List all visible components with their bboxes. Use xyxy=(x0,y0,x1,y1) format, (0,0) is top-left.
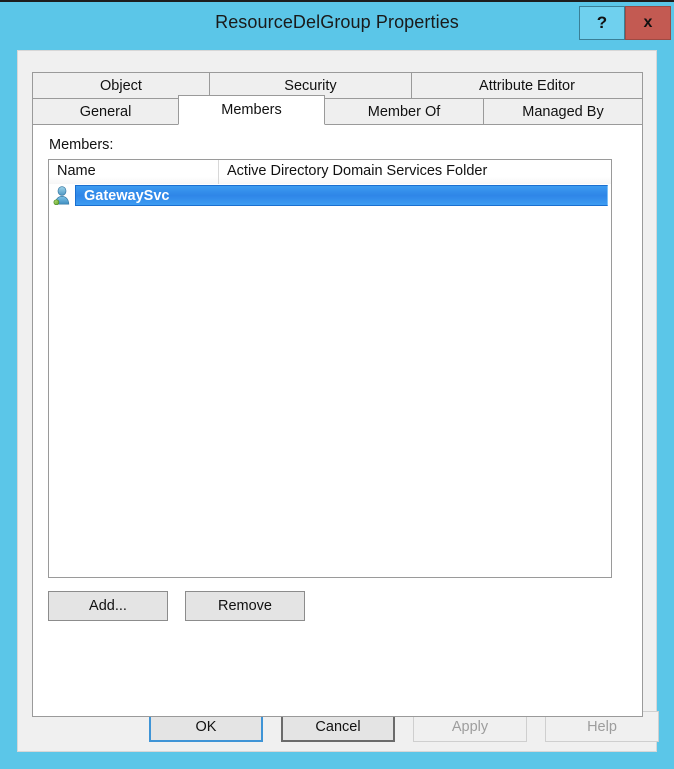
member-name-cell[interactable]: GatewaySvc xyxy=(75,185,608,206)
tab-member-of[interactable]: Member Of xyxy=(324,98,484,125)
tab-general[interactable]: General xyxy=(32,98,179,125)
close-icon-button[interactable]: x xyxy=(625,6,671,40)
dialog-client-area: Object Security Attribute Editor General… xyxy=(17,50,659,753)
tab-managed-by[interactable]: Managed By xyxy=(483,98,643,125)
tab-row-bottom: General Members Member Of Managed By xyxy=(32,95,643,125)
tab-control: Object Security Attribute Editor General… xyxy=(32,72,643,717)
members-label: Members: xyxy=(49,137,114,153)
user-icon xyxy=(49,184,75,207)
tab-attribute-editor[interactable]: Attribute Editor xyxy=(411,72,643,99)
caption-button-group: ? x xyxy=(579,6,671,40)
add-button[interactable]: Add... xyxy=(48,591,168,621)
listview-header: Name Active Directory Domain Services Fo… xyxy=(49,160,611,184)
dialog-button-bar: OK Cancel Apply Help xyxy=(18,711,659,753)
table-row[interactable]: GatewaySvc xyxy=(49,184,611,207)
members-listview[interactable]: Name Active Directory Domain Services Fo… xyxy=(48,159,612,578)
tab-members[interactable]: Members xyxy=(178,95,325,125)
window-title: ResourceDelGroup Properties xyxy=(215,12,459,32)
title-bar[interactable]: ResourceDelGroup Properties ? x xyxy=(0,2,674,43)
properties-window: ResourceDelGroup Properties ? x Object S… xyxy=(0,0,674,769)
remove-button[interactable]: Remove xyxy=(185,591,305,621)
tab-panel-members: Members: Name Active Directory Domain Se… xyxy=(32,124,643,717)
column-header-folder[interactable]: Active Directory Domain Services Folder xyxy=(219,160,611,184)
listview-rows: GatewaySvc xyxy=(49,184,611,207)
column-header-name[interactable]: Name xyxy=(49,160,219,184)
tab-row-top: Object Security Attribute Editor xyxy=(32,72,643,99)
help-icon-button[interactable]: ? xyxy=(579,6,625,40)
